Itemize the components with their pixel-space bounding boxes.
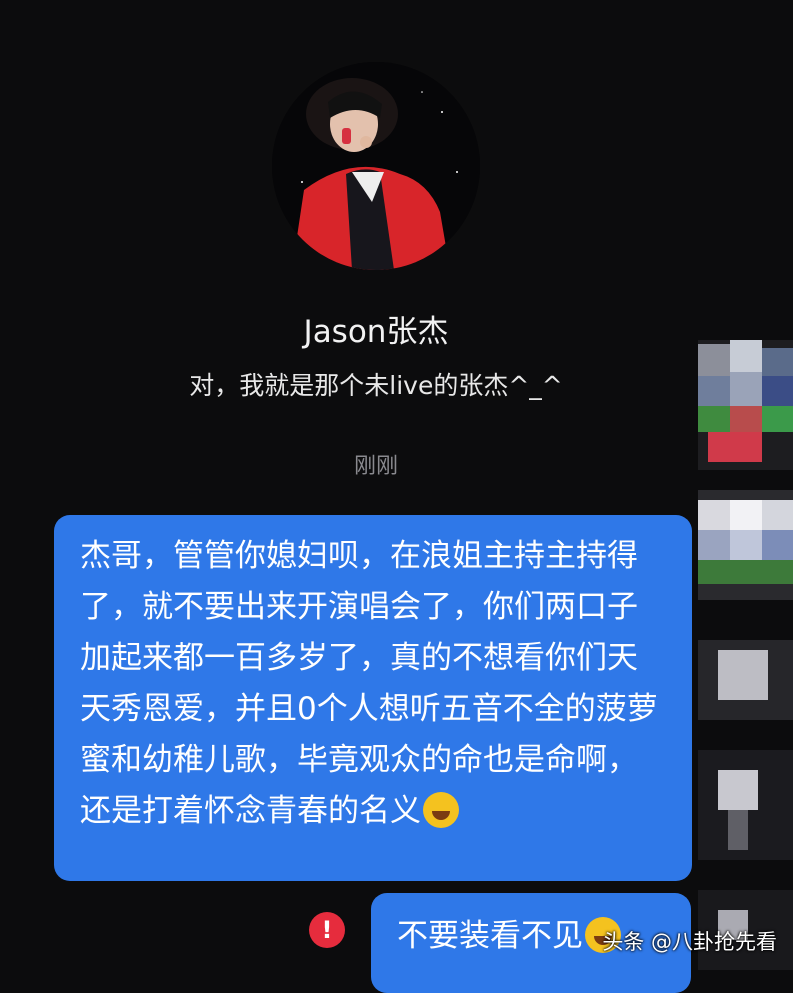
- message-timestamp: 刚刚: [353, 454, 398, 479]
- crying-laughing-emoji-icon: [423, 791, 459, 828]
- message-text: 杰哥，管管你媳妇呗，在浪姐主持主持得了，就不要出来开演唱会了，你们两口子加起来都…: [80, 538, 658, 829]
- message-bubble[interactable]: 杰哥，管管你媳妇呗，在浪姐主持主持得了，就不要出来开演唱会了，你们两口子加起来都…: [54, 515, 692, 881]
- blurred-side-avatars: [698, 340, 793, 970]
- alert-icon[interactable]: !: [309, 912, 345, 948]
- profile-avatar[interactable]: [272, 62, 480, 270]
- profile-bio: 对，我就是那个未live的张杰^_^: [189, 371, 563, 400]
- watermark: 头条 @八卦抢先看: [602, 930, 777, 954]
- avatar-photo: [272, 62, 480, 270]
- message-text: 不要装看不见: [397, 918, 583, 954]
- profile-name[interactable]: Jason张杰: [0, 306, 752, 351]
